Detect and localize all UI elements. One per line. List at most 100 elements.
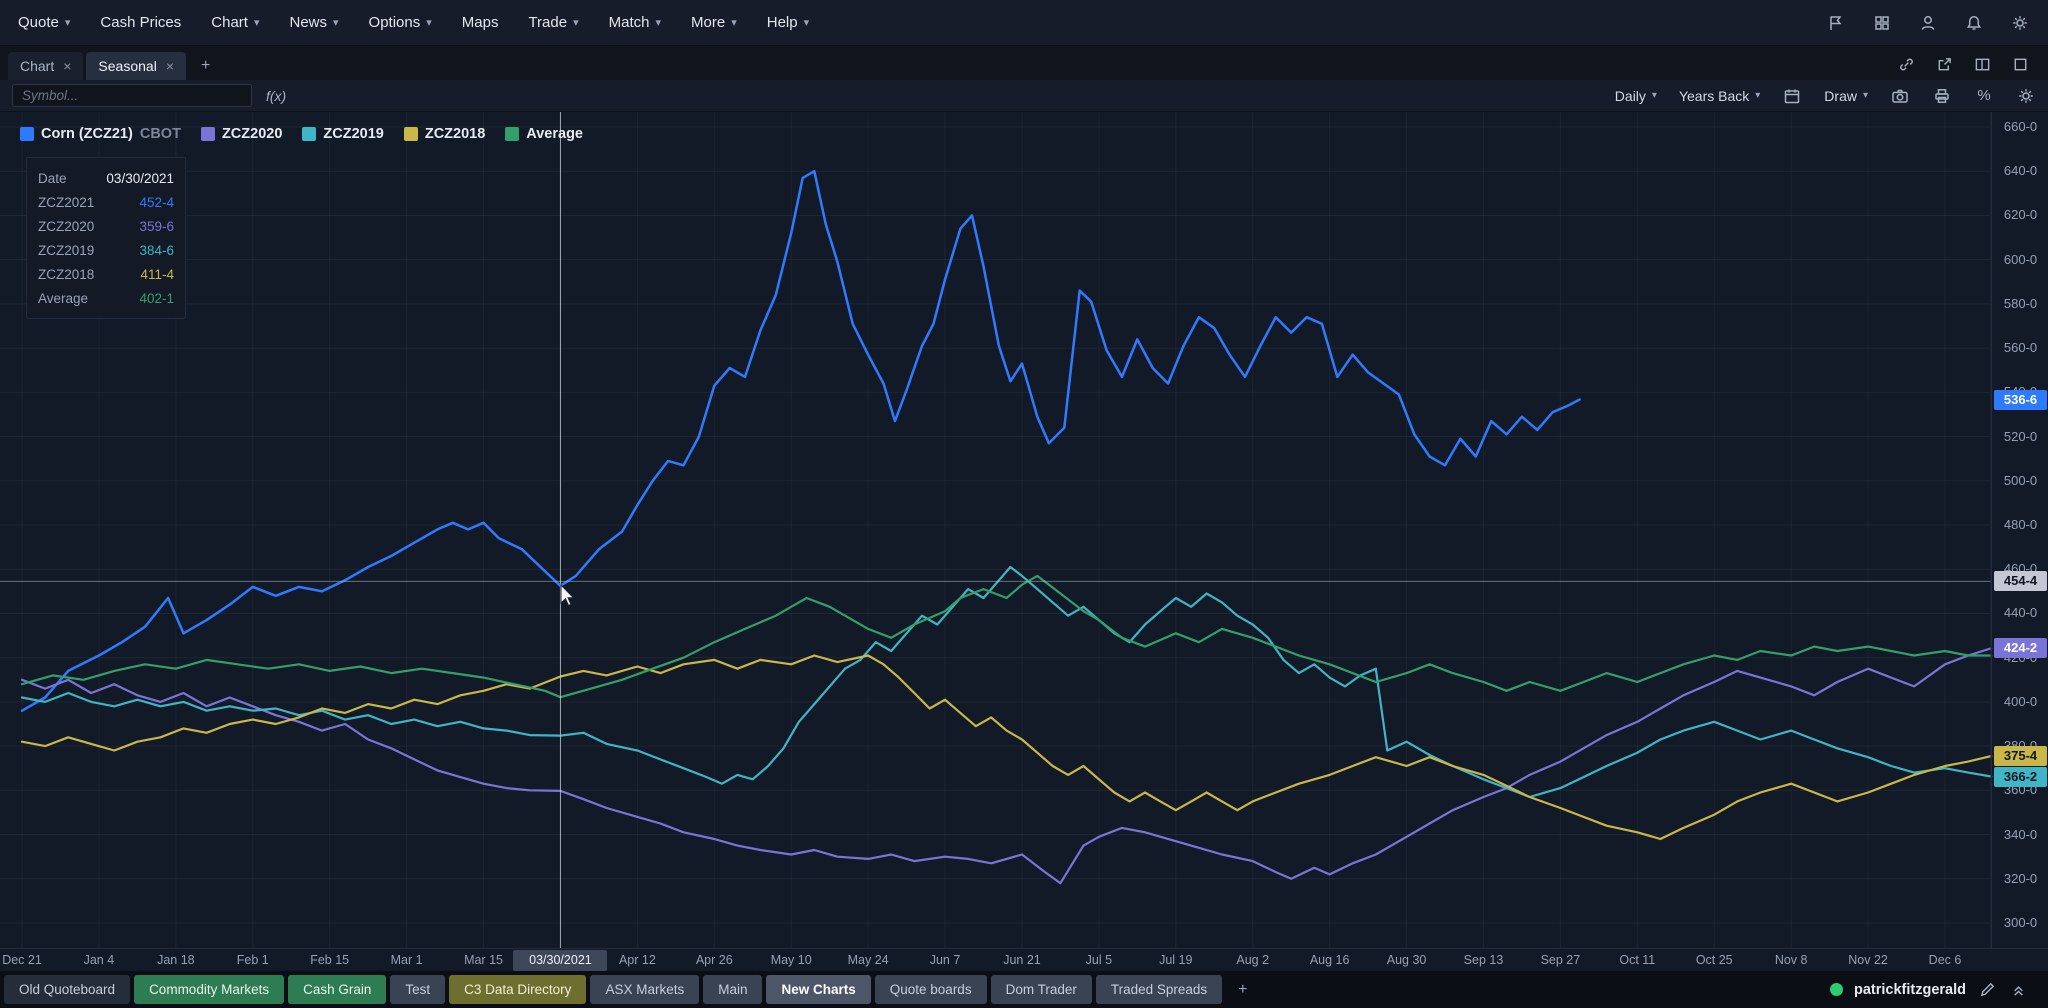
menu-label: Cash Prices: [100, 14, 182, 31]
chart-legend: Corn (ZCZ21) CBOT ZCZ2020 ZCZ2019 ZCZ2018 Ave…: [20, 126, 583, 142]
tab-label: Seasonal: [98, 58, 157, 74]
tab-label: Chart: [20, 58, 55, 74]
link-icon[interactable]: [1896, 54, 1916, 74]
chart-settings-icon[interactable]: [2016, 86, 2036, 106]
workspace-tab-main[interactable]: Main: [703, 975, 763, 1004]
apps-grid-icon[interactable]: [1872, 13, 1892, 33]
workspace-tabs: Old Quoteboard Commodity Markets Cash Grai…: [4, 975, 1223, 1004]
price-badge-crosshair: 454-4: [1994, 571, 2047, 592]
function-button[interactable]: f(x): [266, 88, 286, 104]
open-external-icon[interactable]: [1934, 54, 1954, 74]
tab-chart[interactable]: Chart ×: [8, 52, 84, 80]
menu-label: Match: [608, 14, 650, 31]
legend-swatch: [200, 127, 215, 141]
camera-icon[interactable]: [1890, 86, 1910, 106]
menu-item-more[interactable]: More ▾: [691, 14, 737, 31]
user-cluster: patrickfitzgerald: [1830, 980, 2044, 1000]
date-tick: Dec 6: [1928, 953, 1962, 967]
flag-icon[interactable]: [1826, 13, 1846, 33]
draw-dropdown[interactable]: Draw ▾: [1824, 88, 1868, 104]
workspace-tab-c3-data-directory[interactable]: C3 Data Directory: [449, 975, 587, 1004]
workspace-tab-asx-markets[interactable]: ASX Markets: [590, 975, 700, 1004]
tooltip-value: 359-6: [139, 218, 174, 234]
crosshair-tooltip: Date 03/30/2021 ZCZ2021 452-4 ZCZ2020 359-6 ZC…: [26, 157, 186, 319]
workspace-tab-cash-grain[interactable]: Cash Grain: [288, 975, 387, 1004]
menu-item-help[interactable]: Help ▾: [767, 14, 809, 31]
notifications-icon[interactable]: [1964, 13, 1984, 33]
price-tick: 400-0: [2003, 693, 2038, 709]
legend-item-zcz2018[interactable]: ZCZ2018: [403, 126, 485, 142]
price-tick: 480-0: [2003, 516, 2038, 532]
close-icon[interactable]: ×: [63, 58, 71, 74]
menu-item-quote[interactable]: Quote ▾: [18, 14, 70, 31]
tooltip-value: 03/30/2021: [106, 170, 174, 186]
workspace-tab-new-charts[interactable]: New Charts: [766, 975, 871, 1004]
years-back-dropdown[interactable]: Years Back ▾: [1679, 88, 1760, 104]
date-axis[interactable]: Dec 21 Jan 4 Jan 18 Feb 1 Feb 15 Mar 1 Mar 15 0…: [0, 948, 2048, 971]
close-icon[interactable]: ×: [166, 58, 174, 74]
symbol-input[interactable]: [12, 84, 252, 107]
price-tick: 640-0: [2003, 163, 2038, 179]
interval-dropdown[interactable]: Daily ▾: [1615, 88, 1657, 104]
menu-item-cash-prices[interactable]: Cash Prices: [100, 14, 181, 31]
menu-item-match[interactable]: Match ▾: [609, 14, 661, 31]
settings-icon[interactable]: [2010, 13, 2030, 33]
add-tab-button[interactable]: +: [189, 52, 222, 80]
workspace-tab-commodity-markets[interactable]: Commodity Markets: [134, 975, 285, 1004]
menu-label: Trade: [528, 14, 568, 31]
chevron-down-icon: ▾: [333, 17, 339, 29]
menu-label: Help: [766, 14, 798, 31]
panels-icon[interactable]: [1972, 54, 1992, 74]
tooltip-label: Date: [38, 170, 67, 186]
tooltip-label: ZCZ2018: [38, 266, 95, 282]
percent-change-icon[interactable]: %: [1974, 86, 1994, 106]
price-axis[interactable]: 660-0640-0620-0600-0580-0560-0540-0520-0…: [1991, 112, 2048, 948]
workspace-tab-test[interactable]: Test: [390, 975, 446, 1004]
user-icon[interactable]: [1918, 13, 1938, 33]
collapse-up-icon[interactable]: [2008, 980, 2028, 1000]
maximize-icon[interactable]: [2010, 54, 2030, 74]
online-status-dot: [1830, 983, 1843, 996]
legend-item-average[interactable]: Average: [505, 126, 583, 142]
toolbar-right: Daily ▾ Years Back ▾ Draw ▾ %: [1615, 86, 2036, 106]
menu-label: Quote: [18, 14, 59, 31]
menu-item-news[interactable]: News ▾: [289, 14, 338, 31]
tooltip-label: ZCZ2019: [38, 242, 95, 258]
menu-label: Maps: [461, 14, 499, 31]
chart-tabs: Chart × Seasonal ×: [8, 52, 189, 80]
legend-item-corn-zcz21[interactable]: Corn (ZCZ21) CBOT: [20, 126, 181, 142]
chevron-down-icon: ▾: [426, 17, 432, 29]
menu-item-chart[interactable]: Chart ▾: [211, 14, 259, 31]
chart-tabbar: Chart × Seasonal × +: [0, 46, 2048, 80]
legend-item-zcz2019[interactable]: ZCZ2019: [302, 126, 384, 142]
workspace-tab-quote-boards[interactable]: Quote boards: [874, 975, 987, 1004]
tab-seasonal[interactable]: Seasonal ×: [86, 52, 186, 80]
workspace-tab-dom-trader[interactable]: Dom Trader: [990, 975, 1092, 1004]
tooltip-row-zcz2018: ZCZ2018 411-4: [38, 262, 174, 286]
price-tick: 320-0: [2003, 870, 2038, 886]
menu-item-options[interactable]: Options ▾: [369, 14, 432, 31]
print-icon[interactable]: [1932, 86, 1952, 106]
seasonal-chart-canvas[interactable]: [0, 112, 2048, 948]
username[interactable]: patrickfitzgerald: [1854, 982, 1966, 998]
legend-label: ZCZ2020: [221, 126, 283, 142]
price-tick: 620-0: [2003, 207, 2038, 223]
workspace-tab-traded-spreads[interactable]: Traded Spreads: [1095, 975, 1223, 1004]
legend-item-zcz2020[interactable]: ZCZ2020: [200, 126, 283, 142]
legend-label: Average: [526, 126, 583, 142]
chevron-down-icon: ▾: [1651, 90, 1657, 101]
workspace-tabbar: Old Quoteboard Commodity Markets Cash Grai…: [0, 971, 2048, 1008]
series-zcz2019: [20, 565, 1993, 799]
add-workspace-button[interactable]: +: [1226, 981, 1259, 999]
menu-item-maps[interactable]: Maps: [462, 14, 499, 31]
edit-icon[interactable]: [1977, 980, 1997, 1000]
seasonal-chart-area[interactable]: Corn (ZCZ21) CBOT ZCZ2020 ZCZ2019 ZCZ2018 Ave…: [0, 112, 2048, 948]
main-menu: Quote ▾ Cash Prices Chart ▾ News ▾ Options ▾ Maps…: [18, 14, 809, 31]
menu-item-trade[interactable]: Trade ▾: [528, 14, 578, 31]
legend-swatch: [505, 127, 520, 141]
calendar-icon[interactable]: [1782, 86, 1802, 106]
workspace-tab-old-quoteboard[interactable]: Old Quoteboard: [4, 975, 131, 1004]
series-zcz2020: [20, 647, 1993, 885]
legend-label: ZCZ2019: [323, 126, 384, 142]
price-tick: 600-0: [2003, 251, 2038, 267]
